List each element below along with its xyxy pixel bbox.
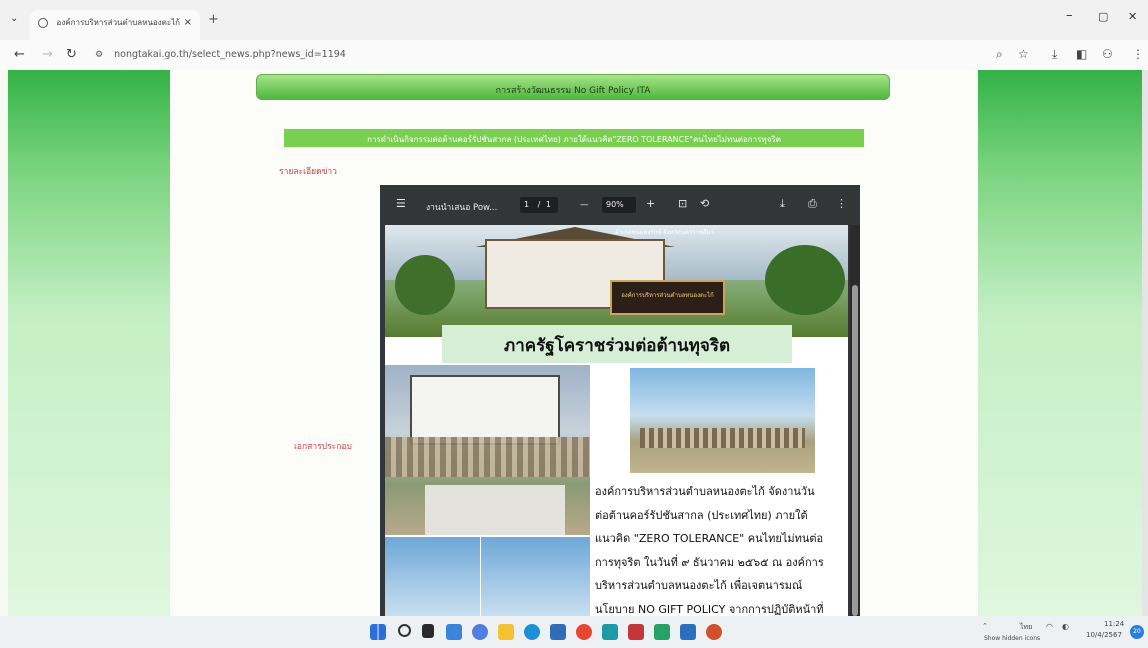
close-tab-icon[interactable]: × [184, 17, 192, 28]
pdf-doc-title: งานนำเสนอ Pow... [426, 203, 498, 213]
show-hidden-icons-label: Show hidden icons [984, 635, 1041, 642]
address-bar[interactable]: ⚙ nongtakai.go.th/select_news.php?news_i… [95, 45, 975, 65]
pdf-scrollbar-thumb[interactable] [852, 285, 858, 616]
building [410, 375, 560, 445]
article-line: การทุจริต ในวันที่ ๙ ธันวาคม ๒๕๖๕ ณ องค์… [595, 555, 824, 569]
bookmark-star-icon[interactable]: ☆ [1018, 47, 1029, 61]
profile-icon[interactable]: ⚇ [1102, 47, 1113, 61]
tab-title: องค์การบริหารส่วนตำบลหนองตะไก้ [56, 18, 181, 27]
tree [395, 255, 455, 315]
banner-text: อำเภอพนมดงรักษ์ จังหวัดนครราชสีมา [615, 229, 714, 236]
tray-chevron-icon[interactable]: ⌃ [982, 622, 988, 630]
article-line: บริหารส่วนตำบลหนองตะไก้ เพื่อเจตนารมณ์ [595, 579, 803, 592]
group-of-people [640, 428, 805, 448]
article-text: องค์การบริหารส่วนตำบลหนองตะไก้ จัดงานวัน… [595, 480, 847, 616]
news-headline: การดำเนินกิจกรรมต่อต้านคอร์รัปชันสากล (ป… [284, 129, 864, 147]
powerpoint-icon[interactable] [706, 624, 722, 640]
attachments-label: เอกสารประกอบ [294, 442, 352, 452]
screen: ⌄ องค์การบริหารส่วนตำบลหนองตะไก้ × + – ▢… [0, 0, 1148, 648]
right-sidebar-gradient [978, 70, 1142, 616]
photo-divider [480, 537, 481, 616]
main-content: การสร้างวัฒนธรรม No Gift Policy ITA การด… [170, 70, 978, 616]
photo-sky [385, 537, 590, 616]
app-icon[interactable] [602, 624, 618, 640]
pdf-menu-icon[interactable]: ☰ [396, 197, 406, 210]
clock-time[interactable]: 11:24 [1104, 620, 1124, 628]
pdf-page-sep: / [537, 200, 541, 209]
pdf-page-input[interactable]: 1 / 1 [520, 197, 558, 213]
download-icon[interactable]: ⤓ [1052, 47, 1057, 62]
zoom-in-button[interactable]: + [646, 197, 655, 210]
menu-icon[interactable]: ⋮ [1132, 47, 1144, 61]
new-tab-button[interactable]: + [208, 12, 219, 27]
search-icon[interactable] [398, 624, 411, 637]
close-window-button[interactable]: ✕ [1128, 10, 1137, 23]
pdf-more-icon[interactable]: ⋮ [836, 197, 847, 210]
photo-building-banner: องค์การบริหารส่วนตำบลหนองตะไก้ อำเภอพนมด… [385, 225, 848, 337]
site-info-icon[interactable]: ⚙ [95, 50, 103, 60]
language-indicator[interactable]: ไทย [1020, 622, 1032, 633]
file-explorer-icon[interactable] [498, 624, 514, 640]
pdf-headline: ภาครัฐโคราชร่วมต่อต้านทุจริต [442, 325, 792, 363]
office-sign: องค์การบริหารส่วนตำบลหนองตะไก้ [610, 280, 725, 315]
side-panel-icon[interactable]: ◧ [1076, 47, 1087, 61]
article-line: ต่อต้านคอร์รัปชันสากล (ประเทศไทย) ภายใต้ [595, 508, 808, 522]
notification-badge[interactable]: 20 [1130, 625, 1144, 639]
tab-search-icon[interactable]: ⌄ [10, 13, 18, 24]
details-label: รายละเอียดข่าว [279, 167, 337, 177]
restore-button[interactable]: ▢ [1098, 10, 1108, 23]
page-title: การสร้างวัฒนธรรม No Gift Policy ITA [256, 74, 890, 100]
start-icon[interactable] [370, 624, 386, 640]
browser-toolbar: ← → ↻ ⚙ nongtakai.go.th/select_news.php?… [0, 40, 1148, 70]
forward-arrow-icon[interactable]: → [42, 47, 53, 62]
back-arrow-icon[interactable]: ← [14, 47, 25, 62]
zoom-level[interactable]: 90% [602, 197, 636, 213]
store-icon[interactable] [550, 624, 566, 640]
chrome-icon[interactable] [576, 624, 592, 640]
article-line: นโยบาย NO GIFT POLICY จากการปฏิบัติหน้าท… [595, 602, 824, 616]
task-view-icon[interactable] [422, 624, 434, 638]
clock-date[interactable]: 10/4/2567 [1086, 631, 1122, 639]
windows-taskbar: ⌃ Show hidden icons ไทย ◠ ◐ 11:24 10/4/2… [0, 616, 1148, 648]
tab-strip: ⌄ องค์การบริหารส่วนตำบลหนองตะไก้ × + – ▢… [0, 0, 1148, 40]
print-icon[interactable]: ⎙ [808, 197, 817, 211]
widgets-icon[interactable] [446, 624, 462, 640]
group-of-people [385, 437, 590, 477]
left-sidebar-gradient [8, 70, 170, 616]
pdf-page: องค์การบริหารส่วนตำบลหนองตะไก้ อำเภอพนมด… [385, 225, 848, 616]
pdf-download-icon[interactable]: ⤓ [780, 197, 785, 211]
pdf-page-total: 1 [545, 200, 551, 209]
article-line: องค์การบริหารส่วนตำบลหนองตะไก้ จัดงานวัน [595, 485, 815, 498]
zoom-out-button[interactable]: — [580, 200, 589, 210]
page-scrollbar[interactable] [1142, 70, 1148, 616]
edge-icon[interactable] [524, 624, 540, 640]
photo-group-building [385, 365, 590, 535]
reload-icon[interactable]: ↻ [66, 47, 77, 62]
tree [765, 245, 845, 315]
browser-tab[interactable]: องค์การบริหารส่วนตำบลหนองตะไก้ × [30, 10, 200, 40]
app-icon[interactable] [654, 624, 670, 640]
photo-group-field [630, 368, 815, 473]
volume-icon[interactable]: ◐ [1062, 622, 1069, 631]
article-line: แนวคิด "ZERO TOLERANCE" คนไทยไม่ทนต่อ [595, 532, 824, 545]
pdf-toolbar: ☰ งานนำเสนอ Pow... 1 / 1 — 90% + ⊡ ⟲ ⤓ ⎙… [380, 185, 860, 225]
pdf-viewer: ☰ งานนำเสนอ Pow... 1 / 1 — 90% + ⊡ ⟲ ⤓ ⎙… [380, 185, 860, 616]
fit-page-icon[interactable]: ⊡ [678, 197, 687, 210]
walkway [425, 485, 565, 535]
pdf-page-current: 1 [524, 200, 530, 209]
url-text: nongtakai.go.th/select_news.php?news_id=… [114, 49, 346, 60]
zoom-icon[interactable]: ⌕ [996, 47, 1003, 62]
rotate-icon[interactable]: ⟲ [700, 197, 709, 210]
minimize-button[interactable]: – [1066, 8, 1073, 23]
word-icon[interactable] [680, 624, 696, 640]
chat-icon[interactable] [472, 624, 488, 640]
app-icon[interactable] [628, 624, 644, 640]
wifi-icon[interactable]: ◠ [1046, 622, 1053, 631]
globe-icon [38, 17, 48, 28]
web-page: การสร้างวัฒนธรรม No Gift Policy ITA การด… [0, 70, 1148, 616]
